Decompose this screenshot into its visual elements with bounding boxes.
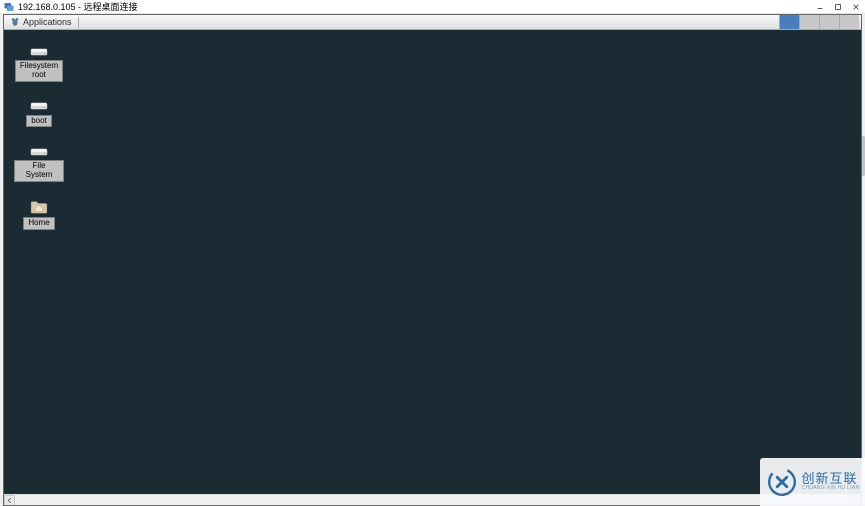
- desktop-icon-file-system[interactable]: File System: [14, 145, 64, 182]
- panel-separator: [78, 17, 79, 28]
- horizontal-scrollbar[interactable]: [4, 494, 861, 505]
- minimize-button[interactable]: [811, 0, 829, 14]
- desktop-icons-container: Filesystem root boot: [14, 45, 851, 230]
- scroll-right-arrow-icon[interactable]: [850, 495, 861, 506]
- panel-left-section: Applications: [6, 15, 81, 29]
- disk-icon: [30, 45, 48, 57]
- icon-label: Filesystem root: [15, 60, 63, 82]
- applications-menu-label: Applications: [23, 17, 72, 27]
- xfce-mouse-icon: [10, 17, 20, 27]
- icon-label: File System: [14, 160, 64, 182]
- tray-workspace-4[interactable]: [839, 15, 859, 29]
- xfce-panel: Applications: [4, 15, 861, 30]
- disk-icon: [30, 100, 48, 112]
- titlebar-left: 192.168.0.105 - 远程桌面连接: [0, 0, 138, 13]
- icon-label: Home: [23, 217, 54, 230]
- tray-workspace-2[interactable]: [799, 15, 819, 29]
- window-title: 192.168.0.105 - 远程桌面连接: [18, 0, 138, 13]
- tray-workspace-3[interactable]: [819, 15, 839, 29]
- disk-icon: [30, 145, 48, 157]
- desktop-icon-home[interactable]: Home: [14, 200, 64, 230]
- windows-titlebar: 192.168.0.105 - 远程桌面连接: [0, 0, 865, 14]
- panel-right-section: [779, 15, 859, 29]
- desktop-area[interactable]: Filesystem root boot: [4, 30, 861, 494]
- scroll-left-arrow-icon[interactable]: [4, 495, 15, 506]
- maximize-button[interactable]: [829, 0, 847, 14]
- scroll-track[interactable]: [15, 495, 850, 505]
- desktop-icon-boot[interactable]: boot: [14, 100, 64, 128]
- tray-workspace-active[interactable]: [779, 15, 799, 29]
- window-controls: [811, 0, 865, 13]
- close-button[interactable]: [847, 0, 865, 14]
- remote-desktop-frame: Applications Filesystem r: [3, 14, 862, 506]
- home-folder-icon: [30, 200, 48, 214]
- desktop-icon-filesystem-root[interactable]: Filesystem root: [14, 45, 64, 82]
- rdp-icon: [4, 2, 14, 12]
- icon-label: boot: [26, 115, 52, 128]
- applications-menu-button[interactable]: Applications: [6, 15, 76, 29]
